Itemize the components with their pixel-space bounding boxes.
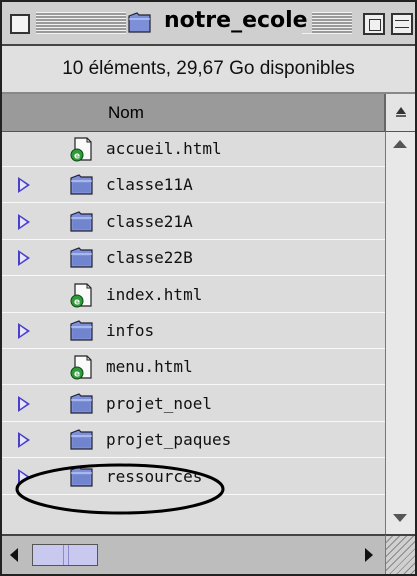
sort-direction-icon xyxy=(395,107,406,117)
list-item-label: accueil.html xyxy=(106,139,222,158)
list-item-label: projet_noel xyxy=(106,393,212,413)
folder-icon xyxy=(70,429,93,450)
zoom-box-button[interactable] xyxy=(363,13,385,35)
scroll-right-arrow-icon[interactable] xyxy=(365,548,373,562)
list-item[interactable]: e menu.html xyxy=(2,350,385,386)
list-item[interactable]: infos xyxy=(2,314,385,349)
scroll-down-arrow-icon[interactable] xyxy=(393,514,407,522)
list-item-label: classe21A xyxy=(106,211,193,231)
list-item-label: infos xyxy=(106,321,155,340)
folder-icon xyxy=(70,393,93,414)
folder-icon xyxy=(70,247,93,268)
html-document-icon: e xyxy=(70,355,92,380)
svg-text:e: e xyxy=(74,297,80,307)
disclosure-triangle-icon[interactable] xyxy=(18,250,30,267)
folder-icon xyxy=(70,320,93,341)
title-stripes xyxy=(36,12,126,34)
column-header-name[interactable]: Nom xyxy=(2,94,385,132)
status-bar: 10 éléments, 29,67 Go disponibles xyxy=(2,46,415,94)
title-bar[interactable]: notre_ecole xyxy=(2,2,415,46)
html-document-icon: e xyxy=(70,137,92,162)
svg-text:e: e xyxy=(74,152,80,162)
disclosure-triangle-icon[interactable] xyxy=(18,395,30,412)
list-item[interactable]: e index.html xyxy=(2,278,385,313)
sort-direction-button[interactable] xyxy=(385,94,415,132)
list-item[interactable]: classe11A xyxy=(2,168,385,204)
list-item[interactable]: projet_paques xyxy=(2,423,385,459)
scroll-left-arrow-icon[interactable] xyxy=(10,548,18,562)
horizontal-scroll-thumb[interactable] xyxy=(32,544,98,566)
window-title: notre_ecole xyxy=(160,8,312,33)
list-item[interactable]: classe22B xyxy=(2,241,385,277)
list-item-label: index.html xyxy=(106,284,203,304)
list-item[interactable]: e accueil.html xyxy=(2,132,385,167)
list-item[interactable]: classe21A xyxy=(2,205,385,240)
horizontal-scrollbar[interactable] xyxy=(2,534,385,574)
folder-icon xyxy=(70,211,93,232)
folder-icon xyxy=(128,12,151,33)
disclosure-triangle-icon[interactable] xyxy=(18,177,30,194)
list-item-label: menu.html xyxy=(106,357,193,377)
disclosure-triangle-icon[interactable] xyxy=(18,432,30,449)
list-item-label: classe11A xyxy=(106,175,193,195)
disclosure-triangle-icon[interactable] xyxy=(18,213,30,230)
vertical-scrollbar[interactable] xyxy=(385,132,415,534)
html-document-icon: e xyxy=(70,282,92,308)
list-item-label: projet_paques xyxy=(106,430,232,450)
close-box-button[interactable] xyxy=(10,14,30,34)
svg-text:e: e xyxy=(74,370,80,380)
disclosure-triangle-icon[interactable] xyxy=(18,323,30,339)
folder-icon xyxy=(70,174,93,195)
scroll-up-arrow-icon[interactable] xyxy=(393,140,407,148)
list-item-label: classe22B xyxy=(106,248,193,268)
collapse-box-button[interactable] xyxy=(391,13,413,35)
resize-grow-box[interactable] xyxy=(385,534,415,574)
list-item[interactable]: projet_noel xyxy=(2,387,385,422)
column-header-label: Nom xyxy=(108,103,144,122)
highlight-ellipse xyxy=(15,463,225,515)
